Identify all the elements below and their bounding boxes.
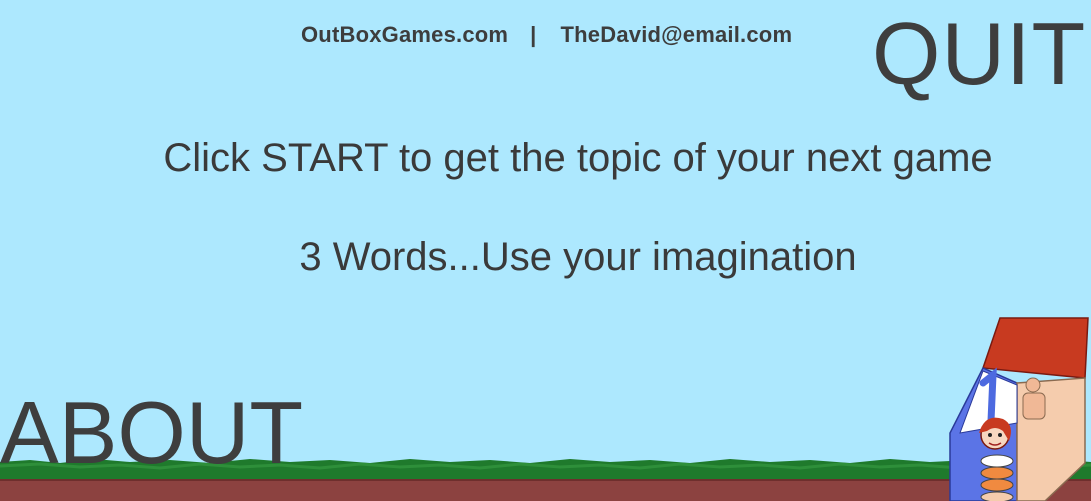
instruction-start: Click START to get the topic of your nex…	[163, 136, 993, 180]
about-button[interactable]: ABOUT	[0, 383, 303, 483]
dice-character-icon[interactable]	[945, 313, 1091, 501]
header-separator: |	[530, 22, 537, 47]
website-link[interactable]: OutBoxGames.com	[301, 22, 508, 47]
header-links: OutBoxGames.com | TheDavid@email.com	[301, 22, 792, 48]
instruction-imagination: 3 Words...Use your imagination	[299, 235, 857, 279]
quit-button[interactable]: QUIT	[872, 4, 1086, 104]
email-link[interactable]: TheDavid@email.com	[561, 22, 793, 47]
